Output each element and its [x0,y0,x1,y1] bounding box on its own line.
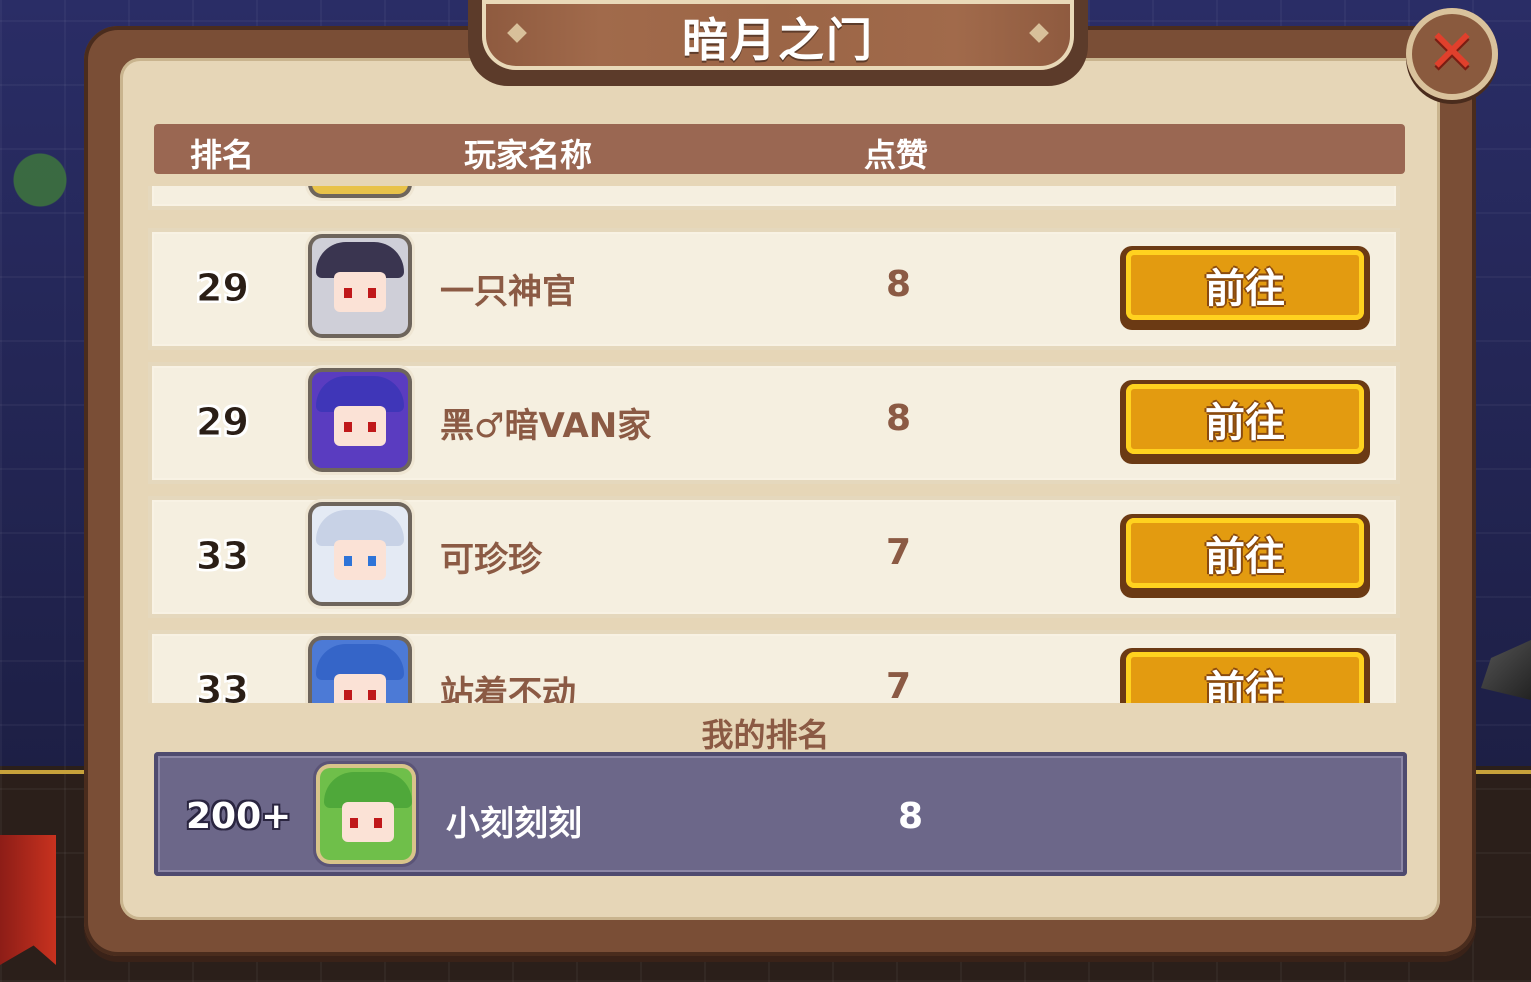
title-tab-face: 暗月之门 [482,0,1074,70]
dialog-title: 暗月之门 [682,13,874,67]
goto-button[interactable]: 前往 [1120,648,1370,703]
my-ranking-label: 我的排名 [701,716,830,754]
player-name: 黑♂暗VAN家 [440,406,652,446]
player-name: 一只神官 [440,272,576,312]
row-rank: 29 [196,400,250,445]
goto-button-label: 前往 [1205,266,1285,312]
table-row: 29 黑♂暗VAN家 8 前往 [148,362,1400,484]
list-header: 排名 玩家名称 点赞 [154,124,1405,174]
avatar [312,238,408,334]
my-player-name: 小刻刻刻 [446,804,582,844]
title-tab: 暗月之门 [468,0,1088,86]
table-row: 33 可珍珍 7 前往 [148,496,1400,618]
avatar [320,768,412,860]
goto-button-label: 前往 [1205,400,1285,446]
my-rank: 200+ [186,796,292,837]
goto-button-label: 前往 [1205,668,1285,703]
like-count: 8 [886,264,912,305]
row-rank: 33 [196,534,250,579]
like-count: 7 [886,532,912,573]
goto-button[interactable]: 前往 [1120,380,1370,464]
avatar [312,186,408,194]
goto-button[interactable]: 前往 [1120,514,1370,598]
row-rank: 33 [196,668,250,704]
goto-button-label: 前往 [1205,534,1285,580]
header-likes: 点赞 [864,136,929,174]
red-banner [0,835,56,965]
header-player-name: 玩家名称 [464,136,593,174]
close-icon: ✕ [1426,17,1478,87]
goto-button[interactable]: 前往 [1120,246,1370,330]
like-count: 7 [886,666,912,703]
avatar [312,640,408,703]
close-button[interactable]: ✕ [1406,8,1498,100]
avatar [312,506,408,602]
player-name: 可珍珍 [440,540,542,580]
ranking-list[interactable]: 29 一只神官 8 前往 29 黑♂暗VAN家 8 前往 33 可珍珍 7 前往… [148,186,1400,703]
row-rank: 29 [196,266,250,311]
player-name: 站着不动 [440,674,576,703]
table-row: 33 站着不动 7 前往 [148,630,1400,703]
header-rank: 排名 [190,136,255,174]
wall-torch [1481,640,1531,700]
table-row: 29 一只神官 8 前往 [148,228,1400,350]
table-row-partial [148,186,1400,210]
avatar [312,372,408,468]
wall-decoration [0,130,90,240]
my-like-count: 8 [898,796,924,837]
my-ranking-row: 200+ 小刻刻刻 8 [154,752,1407,876]
like-count: 8 [886,398,912,439]
